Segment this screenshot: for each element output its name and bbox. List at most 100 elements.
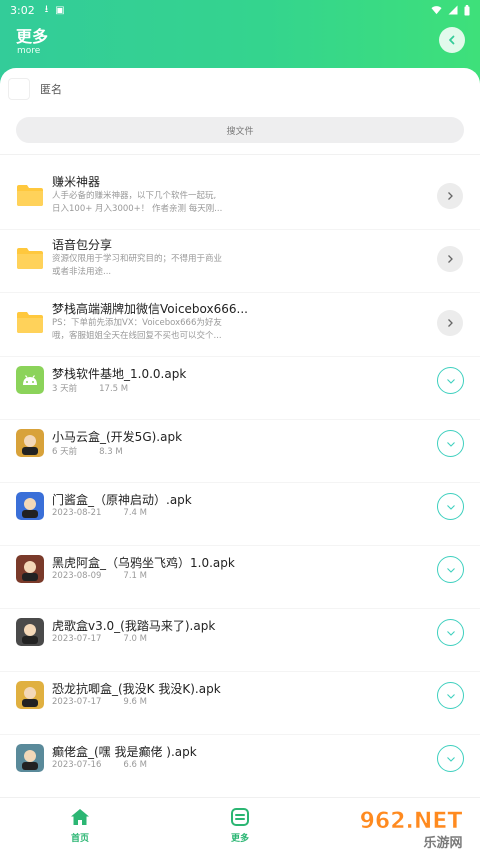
divider bbox=[0, 154, 480, 155]
user-name: 匿名 bbox=[40, 83, 62, 96]
download-button[interactable] bbox=[437, 619, 464, 646]
avatar bbox=[8, 78, 30, 100]
item-date: 2023-08-09 bbox=[52, 571, 102, 581]
item-name: 梦栈高端潮牌加微信Voicebox666... bbox=[52, 302, 248, 316]
item-date: 3 天前 bbox=[52, 384, 78, 394]
item-desc-line2: 哦，客服姐姐全天在线回复不买也可以交个... bbox=[52, 331, 222, 341]
open-folder-button[interactable] bbox=[437, 246, 463, 272]
folder-row[interactable]: 赚米神器人手必备的赚米神器，以下几个软件一起玩, 日入100+ 月入3000+！ … bbox=[0, 167, 480, 230]
item-date: 2023-08-21 bbox=[52, 508, 102, 518]
download-button[interactable] bbox=[437, 745, 464, 772]
status-time: 3:02 bbox=[10, 3, 35, 17]
item-desc-line1: 人手必备的赚米神器，以下几个软件一起玩, bbox=[52, 191, 217, 201]
folder-icon bbox=[17, 248, 43, 269]
item-meta: 2023-08-21 7.4 M bbox=[52, 508, 147, 518]
item-date: 2023-07-16 bbox=[52, 760, 102, 770]
folder-icon bbox=[17, 185, 43, 206]
item-meta: 6 天前 8.3 M bbox=[52, 445, 123, 457]
app-icon bbox=[16, 429, 44, 457]
watermark-subtext: 乐游网 bbox=[423, 835, 462, 851]
item-size: 7.0 M bbox=[123, 634, 147, 644]
item-desc-line2: 日入100+ 月入3000+！ 作者亲测 每天刚... bbox=[52, 204, 223, 214]
nav-more[interactable]: 更多 bbox=[210, 808, 270, 844]
item-size: 17.5 M bbox=[99, 384, 129, 394]
more-icon bbox=[231, 808, 249, 826]
chevron-right-icon bbox=[448, 319, 453, 327]
item-name: 语音包分享 bbox=[52, 238, 113, 252]
nav-more-label: 更多 bbox=[230, 834, 249, 844]
page-title: 更多 bbox=[16, 27, 49, 46]
app-icon bbox=[16, 681, 44, 709]
item-desc-line1: PS：下单前先添加VX：Voicebox666为好友 bbox=[52, 318, 222, 328]
app-icon bbox=[16, 618, 44, 646]
wifi-icon bbox=[431, 6, 442, 15]
item-name: 恐龙抗唧盒_(我没K 我没K).apk bbox=[52, 682, 221, 696]
chevron-right-icon bbox=[448, 192, 453, 200]
item-meta: 2023-07-17 9.6 M bbox=[52, 697, 147, 707]
download-icon bbox=[446, 693, 455, 699]
download-button[interactable] bbox=[437, 556, 464, 583]
open-folder-button[interactable] bbox=[437, 310, 463, 336]
item-meta: 2023-08-09 7.1 M bbox=[52, 571, 147, 581]
download-button[interactable] bbox=[437, 367, 464, 394]
page-subtitle: more bbox=[17, 46, 41, 56]
item-size: 6.6 M bbox=[123, 760, 147, 770]
item-size: 9.6 M bbox=[123, 697, 147, 707]
nav-home-label: 首页 bbox=[70, 834, 89, 844]
download-icon bbox=[446, 441, 455, 447]
item-date: 2023-07-17 bbox=[52, 634, 102, 644]
item-name: 小马云盒_(开发5G).apk bbox=[52, 430, 183, 444]
item-size: 7.4 M bbox=[123, 508, 147, 518]
item-name: 门酱盒_（原神启动）.apk bbox=[52, 493, 192, 507]
item-desc-line2: 或者非法用途... bbox=[52, 267, 112, 277]
chevron-left-icon bbox=[449, 35, 455, 45]
file-row[interactable]: 恐龙抗唧盒_(我没K 我没K).apk 2023-07-17 9.6 M bbox=[0, 672, 480, 735]
download-button[interactable] bbox=[437, 493, 464, 520]
item-name: 黑虎阿盒_（乌鸦坐飞鸡）1.0.apk bbox=[52, 556, 235, 570]
chevron-right-icon bbox=[448, 255, 453, 263]
battery-icon bbox=[464, 4, 470, 15]
app-icon bbox=[16, 492, 44, 520]
android-icon bbox=[16, 366, 44, 394]
item-name: 虎歌盒v3.0_(我踏马来了).apk bbox=[52, 619, 216, 633]
folder-icon bbox=[17, 312, 43, 333]
download-button[interactable] bbox=[437, 682, 464, 709]
file-row[interactable]: 小马云盒_(开发5G).apk 6 天前 8.3 M bbox=[0, 420, 480, 483]
nav-home[interactable]: 首页 bbox=[50, 808, 110, 844]
row-divider bbox=[0, 292, 480, 293]
content-card: 匿名 搜文件 赚米神器人手必备的赚米神器，以下几个软件一起玩, 日入100+ 月入… bbox=[0, 68, 480, 798]
item-name: 梦栈软件基地_1.0.0.apk bbox=[52, 367, 187, 381]
item-name: 赚米神器 bbox=[52, 175, 101, 189]
download-icon bbox=[446, 567, 455, 573]
download-icon bbox=[446, 504, 455, 510]
download-button[interactable] bbox=[437, 430, 464, 457]
user-row[interactable]: 匿名 bbox=[8, 78, 62, 100]
item-meta: 3 天前 17.5 M bbox=[52, 382, 128, 394]
item-desc-line1: 资源仅限用于学习和研究目的；不得用于商业 bbox=[52, 254, 223, 264]
app-icon bbox=[16, 744, 44, 772]
folder-row[interactable]: 梦栈高端潮牌加微信Voicebox666... PS：下单前先添加VX：Voice… bbox=[0, 294, 480, 357]
folder-row[interactable]: 语音包分享资源仅限用于学习和研究目的；不得用于商业 或者非法用途... bbox=[0, 230, 480, 293]
file-row[interactable]: 门酱盒_（原神启动）.apk 2023-08-21 7.4 M bbox=[0, 483, 480, 546]
item-size: 7.1 M bbox=[123, 571, 147, 581]
open-folder-button[interactable] bbox=[437, 183, 463, 209]
signal-icon bbox=[448, 5, 458, 15]
item-date: 2023-07-17 bbox=[52, 697, 102, 707]
app-icon bbox=[16, 555, 44, 583]
search-input[interactable]: 搜文件 bbox=[16, 117, 464, 143]
file-row[interactable]: 虎歌盒v3.0_(我踏马来了).apk 2023-07-17 7.0 M bbox=[0, 609, 480, 672]
home-icon bbox=[71, 809, 89, 825]
item-name: 癫佬盒_(嘿 我是癫佬 ).apk bbox=[52, 745, 197, 759]
back-button[interactable] bbox=[439, 27, 465, 53]
file-row[interactable]: 梦栈软件基地_1.0.0.apk 3 天前 17.5 M bbox=[0, 357, 480, 420]
download-icon bbox=[446, 630, 455, 636]
item-meta: 2023-07-16 6.6 M bbox=[52, 760, 147, 770]
download-icon bbox=[446, 756, 455, 762]
watermark-text: 962.NET bbox=[360, 809, 463, 834]
download-status-icon: ⭳ bbox=[44, 3, 49, 15]
watermark-logo: 962.NET 乐游网 bbox=[343, 800, 480, 853]
item-date: 6 天前 bbox=[52, 447, 78, 457]
file-row[interactable]: 黑虎阿盒_（乌鸦坐飞鸡）1.0.apk 2023-08-09 7.1 M bbox=[0, 546, 480, 609]
file-row[interactable]: 癫佬盒_(嘿 我是癫佬 ).apk 2023-07-16 6.6 M bbox=[0, 735, 480, 798]
item-meta: 2023-07-17 7.0 M bbox=[52, 634, 147, 644]
